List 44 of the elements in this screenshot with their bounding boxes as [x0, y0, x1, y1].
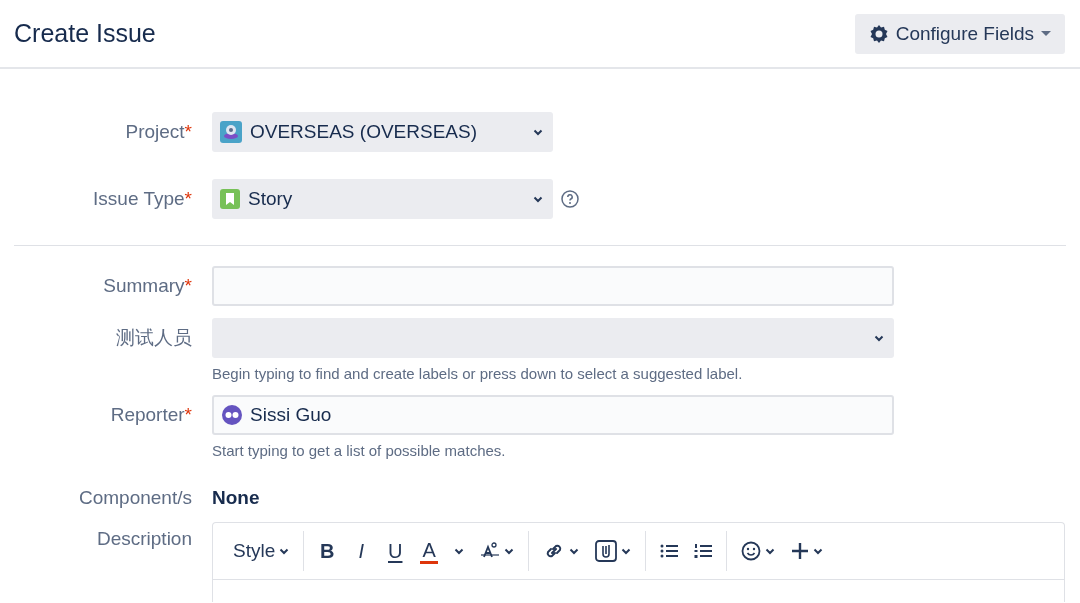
underline-button[interactable]: U: [380, 535, 411, 567]
caret-icon: [504, 547, 515, 555]
user-avatar-icon: [222, 405, 242, 425]
caret-icon: [621, 547, 632, 555]
reporter-field[interactable]: Sissi Guo: [212, 395, 894, 435]
select-field[interactable]: OVERSEAS (OVERSEAS): [212, 112, 553, 152]
configure-fields-button[interactable]: Configure Fields: [854, 13, 1065, 54]
field-label: Issue Type*: [92, 188, 192, 210]
bookmark-icon: [220, 189, 240, 209]
field-label: Component/s: [78, 487, 192, 509]
chevron-down-icon: [533, 128, 543, 136]
smiley-icon: [741, 541, 762, 561]
caret-icon: [765, 547, 776, 555]
dropdown-triangle-icon: [1041, 31, 1051, 36]
dialog-title: Create Issue: [14, 19, 156, 48]
bullet-list-icon: [660, 543, 679, 559]
field-label: Description: [96, 528, 192, 549]
style-dropdown[interactable]: Style: [227, 536, 296, 566]
caret-icon: [279, 547, 290, 555]
text-size-icon: [480, 542, 501, 560]
caret-icon: [454, 547, 465, 555]
field-value: None: [212, 487, 261, 509]
settings-icon: [868, 23, 889, 44]
help-icon[interactable]: [561, 190, 579, 208]
field-label: Reporter*: [109, 404, 192, 426]
chevron-down-icon: [874, 334, 884, 342]
italic-button[interactable]: I: [346, 535, 377, 567]
bold-button[interactable]: B: [312, 535, 343, 567]
text-color-button[interactable]: A: [414, 534, 445, 568]
hint-text: Start typing to get a list of possible matches.: [212, 442, 507, 459]
caret-icon: [569, 547, 580, 555]
select-field[interactable]: Story: [212, 179, 553, 219]
chevron-down-icon: [533, 195, 543, 203]
field-label: Project*: [124, 121, 192, 143]
description-editor[interactable]: Style B I U A: [212, 522, 1065, 602]
numbered-list-icon: [694, 543, 713, 559]
caret-icon: [813, 547, 824, 555]
summary-input[interactable]: [212, 266, 894, 306]
plus-icon: [791, 542, 810, 560]
hint-text: Begin typing to find and create labels or press down to select a suggested label.: [212, 365, 744, 382]
field-label: 测试人员: [115, 326, 192, 350]
field-label: Summary*: [102, 275, 192, 297]
project-avatar-icon: [220, 121, 242, 143]
attachment-icon: [595, 540, 618, 562]
